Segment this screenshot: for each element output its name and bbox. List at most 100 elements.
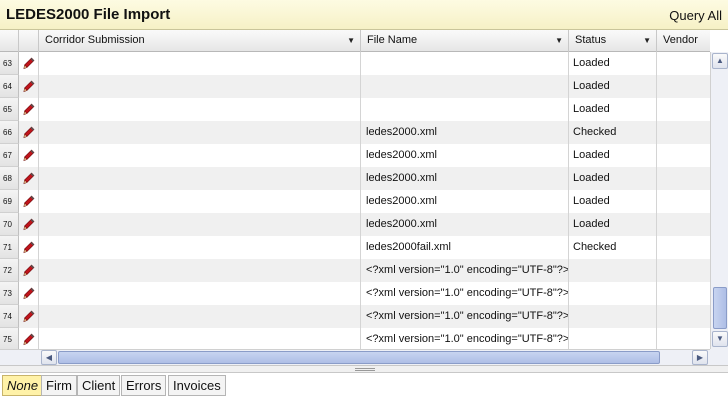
edit-pencil-icon[interactable] xyxy=(22,218,35,231)
corridor-submission-cell[interactable] xyxy=(39,52,361,75)
vendor-cell[interactable] xyxy=(657,52,710,75)
corridor-submission-cell[interactable] xyxy=(39,328,361,349)
corridor-submission-cell[interactable] xyxy=(39,144,361,167)
vendor-cell[interactable] xyxy=(657,213,710,236)
vendor-cell[interactable] xyxy=(657,305,710,328)
edit-row-button[interactable] xyxy=(19,144,39,167)
file-name-cell[interactable]: <?xml version="1.0" encoding="UTF-8"?> < xyxy=(361,282,569,305)
edit-pencil-icon[interactable] xyxy=(22,333,35,346)
corridor-submission-cell[interactable] xyxy=(39,236,361,259)
edit-row-button[interactable] xyxy=(19,328,39,349)
status-cell[interactable]: Loaded xyxy=(569,190,657,213)
sort-menu-icon[interactable]: ▼ xyxy=(643,30,651,51)
status-cell[interactable]: Checked xyxy=(569,121,657,144)
edit-pencil-icon[interactable] xyxy=(22,241,35,254)
edit-row-button[interactable] xyxy=(19,167,39,190)
edit-row-button[interactable] xyxy=(19,259,39,282)
vendor-cell[interactable] xyxy=(657,190,710,213)
file-name-cell[interactable]: ledes2000.xml xyxy=(361,213,569,236)
table-row[interactable]: 75 <?xml version="1.0" encoding="UTF-8"?>… xyxy=(0,328,710,349)
scroll-down-arrow-icon[interactable]: ▼ xyxy=(712,331,728,347)
status-cell[interactable]: Loaded xyxy=(569,213,657,236)
status-cell[interactable] xyxy=(569,282,657,305)
column-header-status[interactable]: Status ▼ xyxy=(569,30,657,52)
edit-row-button[interactable] xyxy=(19,213,39,236)
edit-pencil-icon[interactable] xyxy=(22,287,35,300)
tab-firm[interactable]: Firm xyxy=(41,375,77,396)
file-name-cell[interactable] xyxy=(361,52,569,75)
vendor-cell[interactable] xyxy=(657,144,710,167)
sort-menu-icon[interactable]: ▼ xyxy=(555,30,563,51)
corridor-submission-cell[interactable] xyxy=(39,305,361,328)
vendor-cell[interactable] xyxy=(657,328,710,349)
edit-row-button[interactable] xyxy=(19,282,39,305)
table-row[interactable]: 73 <?xml version="1.0" encoding="UTF-8"?>… xyxy=(0,282,710,305)
splitter-grip-icon[interactable] xyxy=(355,368,375,371)
corridor-submission-cell[interactable] xyxy=(39,213,361,236)
vertical-scroll-thumb[interactable] xyxy=(713,287,727,329)
status-cell[interactable]: Loaded xyxy=(569,144,657,167)
edit-pencil-icon[interactable] xyxy=(22,80,35,93)
table-row[interactable]: 66 ledes2000.xml Checked xyxy=(0,121,710,144)
table-row[interactable]: 74 <?xml version="1.0" encoding="UTF-8"?>… xyxy=(0,305,710,328)
horizontal-scrollbar[interactable]: ◀ ▶ xyxy=(40,349,710,365)
table-row[interactable]: 69 ledes2000.xml Loaded xyxy=(0,190,710,213)
table-row[interactable]: 70 ledes2000.xml Loaded xyxy=(0,213,710,236)
table-row[interactable]: 71 ledes2000fail.xml Checked xyxy=(0,236,710,259)
edit-pencil-icon[interactable] xyxy=(22,103,35,116)
table-row[interactable]: 63 Loaded xyxy=(0,52,710,75)
vendor-cell[interactable] xyxy=(657,167,710,190)
tab-none[interactable]: None xyxy=(2,375,44,396)
column-header-file-name[interactable]: File Name ▼ xyxy=(361,30,569,52)
edit-pencil-icon[interactable] xyxy=(22,310,35,323)
edit-pencil-icon[interactable] xyxy=(22,172,35,185)
scroll-left-arrow-icon[interactable]: ◀ xyxy=(41,350,57,365)
status-cell[interactable]: Checked xyxy=(569,236,657,259)
file-name-cell[interactable] xyxy=(361,75,569,98)
scroll-right-arrow-icon[interactable]: ▶ xyxy=(692,350,708,365)
tab-invoices[interactable]: Invoices xyxy=(168,375,226,396)
vendor-cell[interactable] xyxy=(657,282,710,305)
edit-pencil-icon[interactable] xyxy=(22,264,35,277)
table-row[interactable]: 64 Loaded xyxy=(0,75,710,98)
file-name-cell[interactable]: <?xml version="1.0" encoding="UTF-8"?> < xyxy=(361,259,569,282)
file-name-cell[interactable]: ledes2000.xml xyxy=(361,121,569,144)
horizontal-scroll-thumb[interactable] xyxy=(58,351,660,364)
edit-row-button[interactable] xyxy=(19,75,39,98)
edit-row-button[interactable] xyxy=(19,190,39,213)
table-row[interactable]: 68 ledes2000.xml Loaded xyxy=(0,167,710,190)
status-cell[interactable]: Loaded xyxy=(569,52,657,75)
vendor-cell[interactable] xyxy=(657,236,710,259)
status-cell[interactable] xyxy=(569,328,657,349)
edit-row-button[interactable] xyxy=(19,236,39,259)
status-cell[interactable] xyxy=(569,305,657,328)
table-row[interactable]: 72 <?xml version="1.0" encoding="UTF-8"?>… xyxy=(0,259,710,282)
vendor-cell[interactable] xyxy=(657,121,710,144)
corridor-submission-cell[interactable] xyxy=(39,167,361,190)
status-cell[interactable] xyxy=(569,259,657,282)
tab-client[interactable]: Client xyxy=(77,375,121,396)
corridor-submission-cell[interactable] xyxy=(39,282,361,305)
table-row[interactable]: 67 ledes2000.xml Loaded xyxy=(0,144,710,167)
edit-row-button[interactable] xyxy=(19,52,39,75)
vendor-cell[interactable] xyxy=(657,98,710,121)
corridor-submission-cell[interactable] xyxy=(39,190,361,213)
column-header-corridor-submission[interactable]: Corridor Submission ▼ xyxy=(39,30,361,52)
file-name-cell[interactable]: <?xml version="1.0" encoding="UTF-8"?> < xyxy=(361,328,569,349)
corridor-submission-cell[interactable] xyxy=(39,121,361,144)
edit-pencil-icon[interactable] xyxy=(22,149,35,162)
tab-errors[interactable]: Errors xyxy=(121,375,167,396)
edit-row-button[interactable] xyxy=(19,98,39,121)
corridor-submission-cell[interactable] xyxy=(39,98,361,121)
vendor-cell[interactable] xyxy=(657,259,710,282)
corridor-submission-cell[interactable] xyxy=(39,75,361,98)
pane-splitter[interactable] xyxy=(0,365,728,372)
edit-row-button[interactable] xyxy=(19,121,39,144)
file-name-cell[interactable]: ledes2000.xml xyxy=(361,190,569,213)
edit-pencil-icon[interactable] xyxy=(22,57,35,70)
edit-row-button[interactable] xyxy=(19,305,39,328)
table-row[interactable]: 65 Loaded xyxy=(0,98,710,121)
query-all-link[interactable]: Query All xyxy=(669,8,722,23)
file-name-cell[interactable]: <?xml version="1.0" encoding="UTF-8"?> < xyxy=(361,305,569,328)
edit-pencil-icon[interactable] xyxy=(22,126,35,139)
